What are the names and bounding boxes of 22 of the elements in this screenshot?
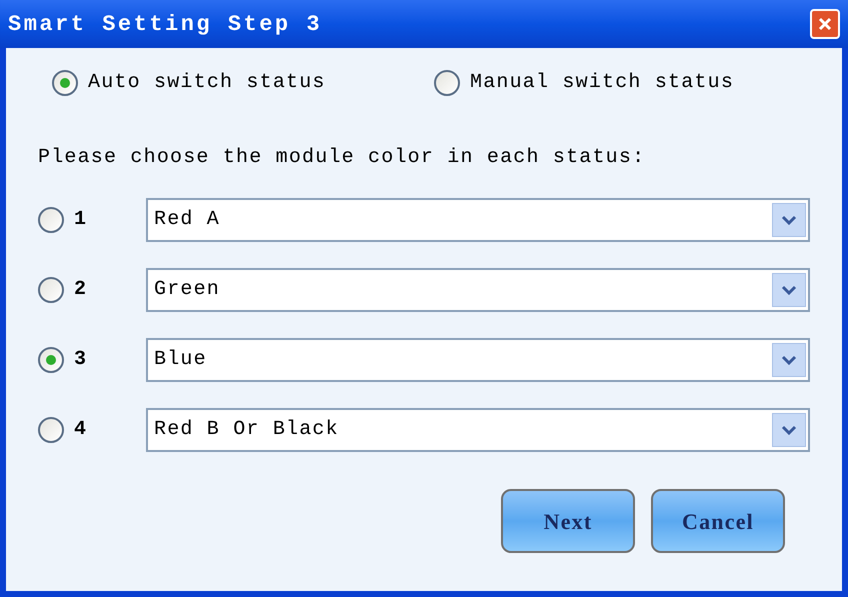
status-number: 1 [74,207,88,233]
radio-label: Auto switch status [88,70,326,96]
radio-button[interactable] [52,70,78,96]
dialog-button[interactable]: Cancel [651,489,785,553]
status-number: 2 [74,277,88,303]
color-dropdown[interactable]: Red A [146,198,810,242]
radio-button[interactable] [38,207,64,233]
color-dropdown[interactable]: Blue [146,338,810,382]
radio-label: Manual switch status [470,70,734,96]
radio-button[interactable] [38,417,64,443]
radio-button[interactable] [38,347,64,373]
instruction-text: Please choose the module color in each status: [38,145,646,171]
color-dropdown[interactable]: Red B Or Black [146,408,810,452]
status-number: 4 [74,417,88,443]
color-dropdown[interactable]: Green [146,268,810,312]
radio-button[interactable] [434,70,460,96]
radio-button[interactable] [38,277,64,303]
close-button[interactable] [810,9,840,39]
close-icon [817,16,833,32]
dialog-button[interactable]: Next [501,489,635,553]
status-number: 3 [74,347,88,373]
window-title: Smart Setting Step 3 [8,10,322,38]
